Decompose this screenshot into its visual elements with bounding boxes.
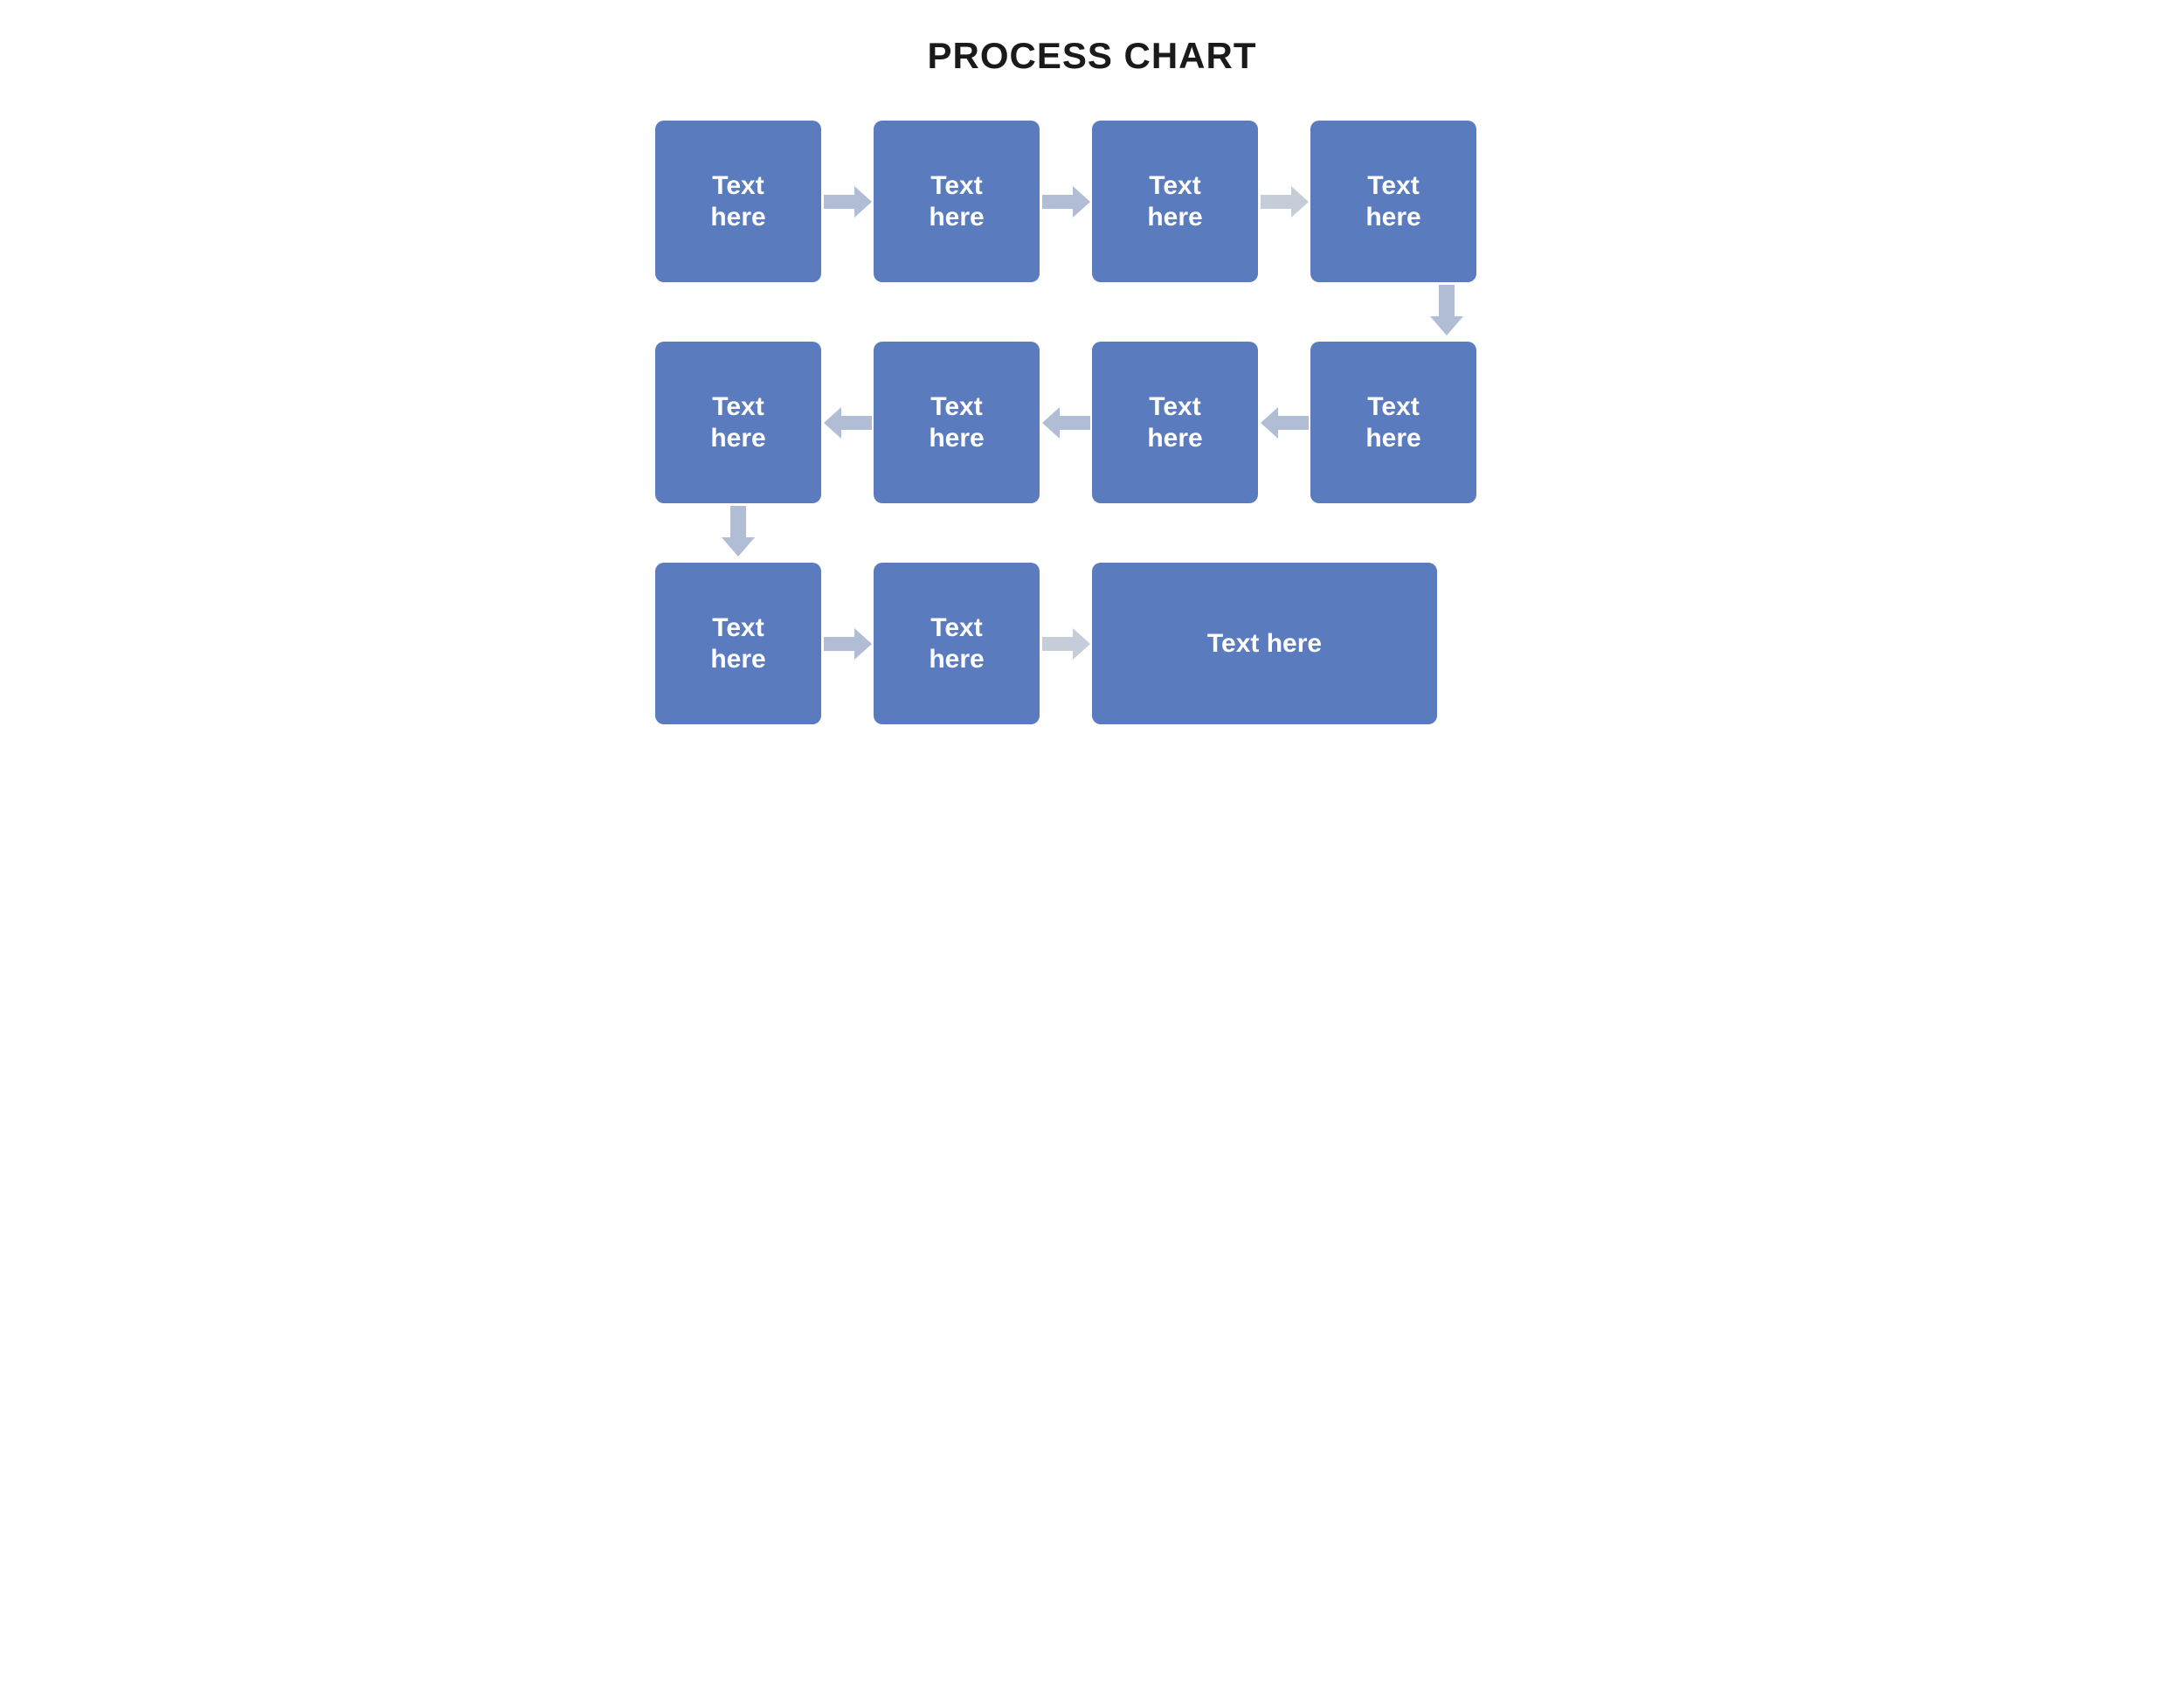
- arrow-r2-2-1: [821, 405, 874, 440]
- vert-connector-1: [655, 282, 1529, 342]
- arrow-r1-2-3: [1040, 184, 1092, 219]
- arrow-r3-1-2: [821, 626, 874, 661]
- box-r3b3[interactable]: Text here: [1092, 563, 1437, 724]
- arrow-r2-3-2: [1040, 405, 1092, 440]
- down-arrow-1: [1430, 285, 1463, 336]
- page-container: PROCESS CHART Text here Text here: [655, 35, 1529, 724]
- arrow-r1-3-4: [1258, 184, 1310, 219]
- box-r2b4[interactable]: Text here: [1310, 342, 1476, 503]
- box-r2b1-label: Text here: [710, 391, 765, 454]
- box-r1b1-label: Text here: [710, 170, 765, 233]
- chart-container: Text here Text here Text here: [655, 121, 1529, 724]
- box-r2b2[interactable]: Text here: [874, 342, 1040, 503]
- arrow-r1-1-2: [821, 184, 874, 219]
- box-r3b3-label: Text here: [1207, 628, 1322, 660]
- arrow-r2-4-3: [1258, 405, 1310, 440]
- box-r1b4-label: Text here: [1365, 170, 1420, 233]
- box-r1b1[interactable]: Text here: [655, 121, 821, 282]
- row-2: Text here Text here Text here: [655, 342, 1529, 503]
- box-r1b3-label: Text here: [1147, 170, 1202, 233]
- box-r1b4[interactable]: Text here: [1310, 121, 1476, 282]
- box-r3b2[interactable]: Text here: [874, 563, 1040, 724]
- box-r2b1[interactable]: Text here: [655, 342, 821, 503]
- box-r1b2-label: Text here: [929, 170, 984, 233]
- box-r2b4-label: Text here: [1365, 391, 1420, 454]
- box-r2b3[interactable]: Text here: [1092, 342, 1258, 503]
- box-r2b3-label: Text here: [1147, 391, 1202, 454]
- box-r2b2-label: Text here: [929, 391, 984, 454]
- vert-connector-2: [655, 503, 1529, 563]
- box-r3b1-label: Text here: [710, 612, 765, 675]
- down-arrow-2: [722, 506, 755, 557]
- row-1: Text here Text here Text here: [655, 121, 1529, 282]
- arrow-r3-2-3: [1040, 626, 1092, 661]
- box-r3b1[interactable]: Text here: [655, 563, 821, 724]
- page-title: PROCESS CHART: [655, 35, 1529, 77]
- box-r1b3[interactable]: Text here: [1092, 121, 1258, 282]
- box-r3b2-label: Text here: [929, 612, 984, 675]
- box-r1b2[interactable]: Text here: [874, 121, 1040, 282]
- row-3: Text here Text here Text here: [655, 563, 1529, 724]
